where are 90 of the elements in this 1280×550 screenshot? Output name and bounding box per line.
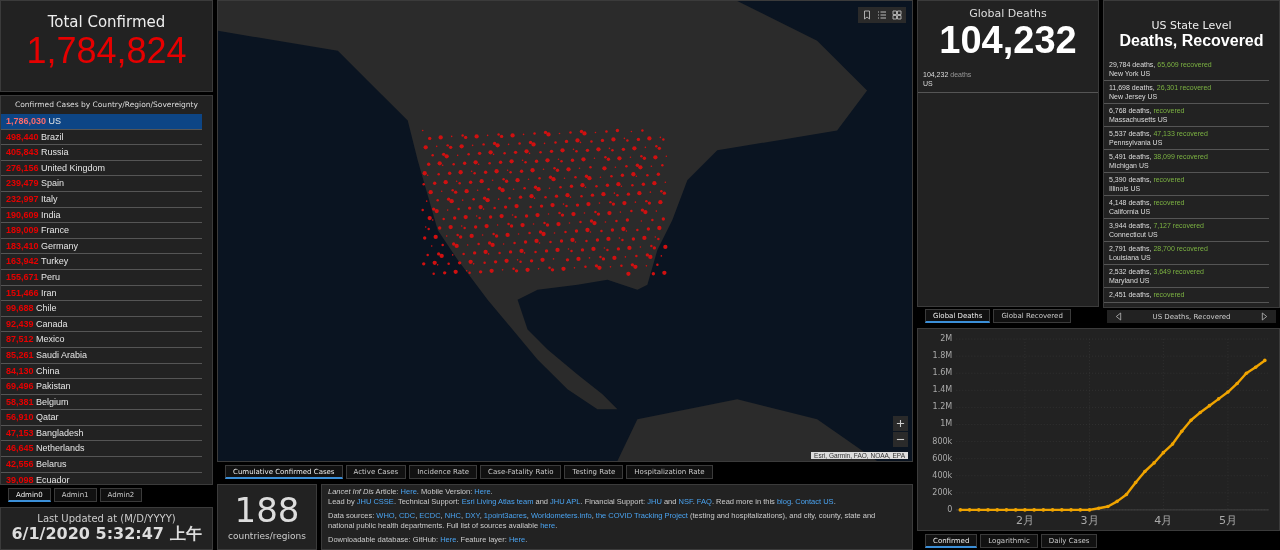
data-point (1170, 442, 1175, 446)
data-point (1152, 461, 1156, 465)
data-point (1032, 508, 1036, 512)
country-row[interactable]: 163,942 Turkey (1, 254, 202, 270)
data-point (1013, 508, 1018, 512)
country-row[interactable]: 58,381 Belgium (1, 394, 202, 411)
data-point (1133, 480, 1138, 485)
total-confirmed-value: 1,784,824 (26, 31, 187, 71)
country-row[interactable]: 183,410 Germany (1, 238, 202, 255)
data-point (1189, 418, 1193, 422)
country-row[interactable]: 42,556 Belarus (1, 457, 202, 473)
data-point (1253, 365, 1258, 370)
grid-icon[interactable] (892, 10, 902, 20)
data-point (1179, 429, 1184, 434)
country-row[interactable]: 46,645 Netherlands (1, 441, 202, 458)
axis-tick-label: 0 (947, 504, 953, 514)
axis-tick-label: 400k (932, 470, 953, 480)
data-point (1050, 508, 1055, 512)
data-point (995, 508, 1000, 512)
right-triangle-icon[interactable] (1261, 312, 1268, 321)
data-point (1060, 508, 1064, 512)
country-row[interactable]: 498,440 Brazil (1, 129, 202, 146)
country-row[interactable]: 85,261 Saudi Arabia (1, 347, 202, 364)
country-row[interactable]: 190,609 India (1, 207, 202, 224)
data-point (976, 508, 981, 512)
country-row[interactable]: 232,997 Italy (1, 191, 202, 208)
country-row[interactable]: 69,496 Pakistan (1, 379, 202, 395)
country-row[interactable]: 189,009 France (1, 223, 202, 239)
axis-tick-label: 800k (932, 436, 953, 446)
data-point (958, 508, 963, 512)
country-row[interactable]: 151,466 Iran (1, 285, 202, 302)
country-row[interactable]: 92,439 Canada (1, 316, 202, 333)
data-point (1207, 403, 1212, 408)
data-point (1023, 508, 1027, 512)
zoom-out-button[interactable] (893, 432, 908, 447)
data-point (1198, 410, 1203, 415)
country-row[interactable]: 1,786,030 US (1, 114, 202, 130)
axis-tick-label: 3月 (1080, 513, 1099, 527)
axis-tick-label: 1.2M (932, 402, 953, 412)
axis-tick-label: 1M (940, 419, 953, 429)
country-row[interactable]: 239,479 Spain (1, 176, 202, 192)
axis-tick-label: 5月 (1218, 513, 1237, 527)
zoom-in-button[interactable] (893, 416, 908, 431)
country-row[interactable]: 56,910 Qatar (1, 410, 202, 426)
data-point (1087, 508, 1092, 512)
last-updated-label: Last Updated at (M/D/YYYY) (37, 512, 176, 524)
panel-subtitle: US State Level (1150, 18, 1233, 32)
axis-tick-label: 1.6M (932, 368, 953, 378)
list-icon[interactable] (877, 10, 887, 20)
zoom-in-icon (896, 419, 905, 428)
country-row[interactable]: 99,688 Chile (1, 301, 202, 317)
data-point (1161, 450, 1166, 455)
country-count-value: 188 (234, 493, 300, 527)
panel-title: Deaths, Recovered (1118, 32, 1265, 50)
panel-title: Total Confirmed (47, 13, 166, 31)
data-point (1216, 397, 1221, 401)
data-point (986, 508, 990, 512)
bookmark-icon[interactable] (862, 10, 872, 20)
axis-tick-label: 1.8M (932, 351, 953, 361)
country-row[interactable]: 47,153 Bangladesh (1, 425, 202, 442)
data-point (1078, 508, 1083, 512)
axis-tick-label: 600k (932, 453, 953, 463)
data-point (1143, 469, 1147, 474)
data-point (1124, 492, 1129, 497)
data-point (1096, 506, 1101, 510)
data-point (967, 508, 972, 512)
country-row[interactable]: 155,671 Peru (1, 269, 202, 286)
left-triangle-icon[interactable] (1115, 312, 1122, 321)
country-count-label: countries/regions (228, 531, 306, 541)
data-point (1041, 508, 1046, 512)
data-point (1106, 504, 1110, 509)
country-row[interactable]: 276,156 United Kingdom (1, 160, 202, 177)
axis-tick-label: 2M (940, 334, 953, 344)
data-point (1069, 508, 1073, 512)
country-row[interactable]: 405,843 Russia (1, 145, 202, 161)
data-point (1004, 508, 1009, 512)
axis-tick-label: 200k (932, 487, 953, 497)
country-row[interactable]: 87,512 Mexico (1, 332, 202, 348)
data-point (1235, 381, 1239, 386)
data-point (1115, 499, 1119, 504)
data-point (1244, 371, 1249, 376)
axis-tick-label: 1.4M (932, 385, 953, 395)
data-point (1226, 390, 1230, 394)
data-point (1263, 358, 1267, 363)
panel-title: Global Deaths (968, 6, 1048, 20)
axis-tick-label: 2月 (1015, 513, 1034, 527)
last-updated-value: 6/1/2020 5:32:47 上午 (11, 523, 202, 545)
global-deaths-value: 104,232 (938, 20, 1078, 62)
country-row[interactable]: 84,130 China (1, 363, 202, 380)
axis-tick-label: 4月 (1154, 513, 1173, 527)
